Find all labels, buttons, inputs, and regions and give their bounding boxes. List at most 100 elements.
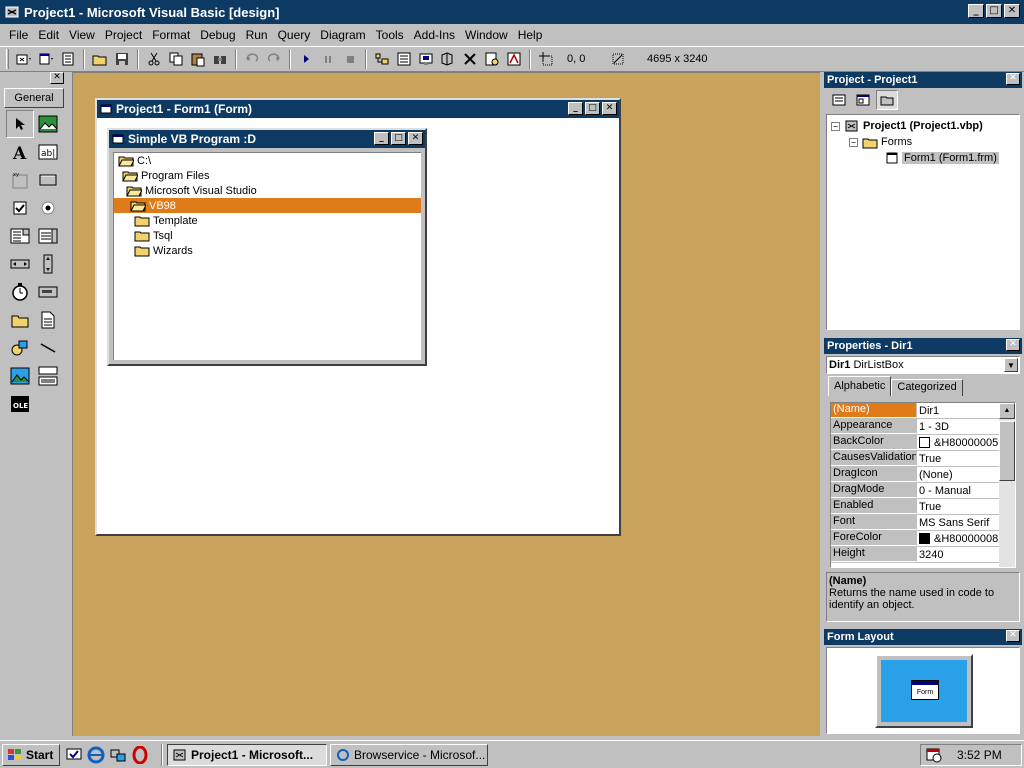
project-panel-title-bar[interactable]: Project - Project1 ✕ (824, 72, 1022, 88)
property-row[interactable]: CausesValidation True (831, 451, 999, 467)
menu-view[interactable]: View (64, 28, 100, 42)
form1-window[interactable]: Simple VB Program :D _ □ ✕ C:\ Program Fi… (107, 128, 427, 366)
network-icon[interactable] (109, 746, 127, 764)
form-designer-window[interactable]: Project1 - Form1 (Form) _ □ ✕ Simple VB … (95, 98, 621, 536)
property-value[interactable]: MS Sans Serif (917, 515, 999, 530)
close-button[interactable]: ✕ (1004, 4, 1020, 18)
collapse-toggle[interactable]: − (849, 137, 858, 147)
dir-list-item[interactable]: Program Files (114, 168, 421, 183)
property-value[interactable]: True (917, 499, 999, 514)
ole-tool-icon[interactable]: OLE (6, 390, 34, 418)
paste-icon[interactable] (187, 48, 209, 70)
tree-node-project[interactable]: − Project1 (Project1.vbp) (831, 119, 983, 133)
menu-query[interactable]: Query (273, 28, 316, 42)
start-button[interactable]: Start (2, 743, 60, 766)
property-row[interactable]: Font MS Sans Serif (831, 515, 999, 531)
drivelistbox-tool-icon[interactable] (34, 278, 62, 306)
properties-window-icon[interactable] (393, 48, 415, 70)
form1-title-bar[interactable]: Simple VB Program :D _ □ ✕ (109, 130, 425, 148)
property-value[interactable]: 3240 (917, 547, 999, 562)
property-scrollbar[interactable]: ▲ (999, 403, 1015, 567)
cut-icon[interactable] (143, 48, 165, 70)
form-layout-title-bar[interactable]: Form Layout ✕ (824, 629, 1022, 645)
view-code-icon[interactable] (828, 90, 850, 110)
start-run-icon[interactable] (295, 48, 317, 70)
listbox-tool-icon[interactable] (34, 222, 62, 250)
menu-format[interactable]: Format (147, 28, 195, 42)
properties-close-button[interactable]: ✕ (1006, 339, 1020, 351)
tree-node-forms[interactable]: − Forms (849, 135, 912, 149)
component-manager-icon[interactable] (503, 48, 525, 70)
hscrollbar-tool-icon[interactable] (6, 250, 34, 278)
task-project1[interactable]: Project1 - Microsoft... (167, 743, 327, 766)
dir-list-item[interactable]: Wizards (114, 243, 421, 258)
property-value[interactable]: (None) (917, 467, 999, 482)
menu-project[interactable]: Project (100, 28, 147, 42)
opera-icon[interactable] (131, 745, 149, 764)
checkbox-tool-icon[interactable] (6, 194, 34, 222)
tab-categorized[interactable]: Categorized (891, 379, 963, 396)
picturebox-tool-icon[interactable] (34, 110, 62, 138)
dir-list-item[interactable]: Template (114, 213, 421, 228)
form-maximize-button[interactable]: □ (585, 102, 600, 115)
minimize-button[interactable]: _ (968, 4, 984, 18)
properties-title-bar[interactable]: Properties - Dir1 ✕ (824, 338, 1022, 354)
property-row[interactable]: (Name) Dir1 (831, 403, 999, 419)
commandbutton-tool-icon[interactable] (34, 166, 62, 194)
menu-addins[interactable]: Add-Ins (409, 28, 460, 42)
property-value[interactable]: &H80000005 (917, 435, 999, 450)
maximize-button[interactable]: □ (986, 4, 1002, 18)
dir-list-item[interactable]: Microsoft Visual Studio (114, 183, 421, 198)
scroll-up-icon[interactable]: ▲ (999, 403, 1015, 419)
label-tool-icon[interactable]: A (6, 138, 34, 166)
property-row[interactable]: Appearance 1 - 3D (831, 419, 999, 435)
toolbox-close-button[interactable]: ✕ (50, 72, 64, 84)
menu-edit[interactable]: Edit (33, 28, 64, 42)
form1-close-button[interactable]: ✕ (408, 132, 423, 145)
optionbutton-tool-icon[interactable] (34, 194, 62, 222)
show-desktop-icon[interactable] (65, 746, 83, 764)
end-icon[interactable] (339, 48, 361, 70)
pointer-tool-icon[interactable] (6, 110, 34, 138)
line-tool-icon[interactable] (34, 334, 62, 362)
form1-maximize-button[interactable]: □ (391, 132, 406, 145)
project-panel-close-button[interactable]: ✕ (1006, 73, 1020, 85)
find-icon[interactable] (209, 48, 231, 70)
save-icon[interactable] (111, 48, 133, 70)
combobox-tool-icon[interactable] (6, 222, 34, 250)
form-designer-area[interactable]: Project1 - Form1 (Form) _ □ ✕ Simple VB … (72, 72, 820, 736)
break-icon[interactable] (317, 48, 339, 70)
undo-icon[interactable] (241, 48, 263, 70)
shape-tool-icon[interactable] (6, 334, 34, 362)
toolbox-icon[interactable] (459, 48, 481, 70)
property-row[interactable]: Enabled True (831, 499, 999, 515)
property-row[interactable]: DragMode 0 - Manual (831, 483, 999, 499)
form-design-surface[interactable]: Simple VB Program :D _ □ ✕ C:\ Program Fi… (97, 118, 619, 534)
property-grid[interactable]: (Name) Dir1 Appearance 1 - 3D BackColor &H800… (830, 402, 1016, 568)
property-row[interactable]: DragIcon (None) (831, 467, 999, 483)
tray-scheduler-icon[interactable] (925, 747, 943, 763)
data-tool-icon[interactable] (34, 362, 62, 390)
menu-editor-icon[interactable] (57, 48, 79, 70)
menu-diagram[interactable]: Diagram (315, 28, 370, 42)
internet-explorer-icon[interactable] (87, 746, 105, 764)
form-layout-icon[interactable] (415, 48, 437, 70)
toolbox-general-tab[interactable]: General (4, 88, 64, 108)
form1-minimize-button[interactable]: _ (374, 132, 389, 145)
dirlistbox-tool-icon[interactable] (6, 306, 34, 334)
property-row[interactable]: ForeColor &H80000008 (831, 531, 999, 547)
menu-tools[interactable]: Tools (371, 28, 409, 42)
menu-run[interactable]: Run (241, 28, 273, 42)
view-object-icon[interactable] (852, 90, 874, 110)
dir-list-item[interactable]: Tsql (114, 228, 421, 243)
textbox-tool-icon[interactable]: ab| (34, 138, 62, 166)
menu-file[interactable]: File (4, 28, 33, 42)
property-row[interactable]: Height 3240 (831, 547, 999, 563)
frame-tool-icon[interactable]: xy (6, 166, 34, 194)
image-tool-icon[interactable] (6, 362, 34, 390)
object-selector[interactable]: Dir1 DirListBox ▼ (826, 356, 1020, 374)
dir-list-box[interactable]: C:\ Program Files Microsoft Visual Studio V… (113, 152, 421, 360)
form-layout-close-button[interactable]: ✕ (1006, 630, 1020, 642)
clock[interactable]: 3:52 PM (957, 748, 1002, 762)
form-minimize-button[interactable]: _ (568, 102, 583, 115)
